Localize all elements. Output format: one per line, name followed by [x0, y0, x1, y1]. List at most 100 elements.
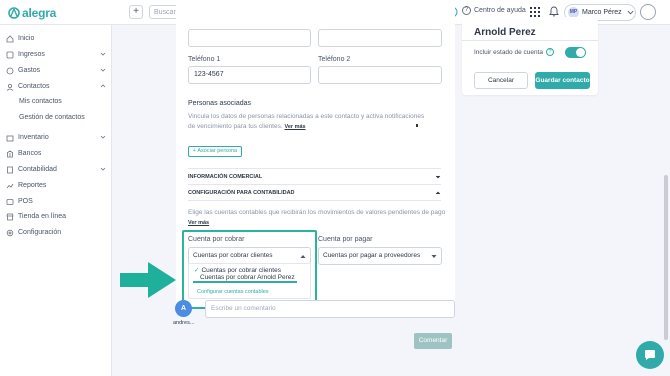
contacts-icon: [6, 83, 14, 91]
user-name: Marco Pérez: [582, 9, 622, 16]
sidebar-item-tienda[interactable]: Tienda en línea: [6, 210, 106, 223]
comment-button[interactable]: Comentar: [414, 333, 452, 349]
cut-off-field-left[interactable]: [188, 29, 311, 47]
sidebar-item-label: POS: [18, 198, 33, 205]
chevron-up-icon: [435, 191, 441, 195]
income-icon: [6, 51, 14, 58]
chevron-down-icon: [100, 167, 106, 171]
associated-persons-title: Personas asociadas: [188, 100, 252, 107]
annotation-arrow-icon: [120, 262, 176, 298]
sidebar-item-label: Inventario: [18, 134, 49, 141]
sidebar-subitem-mis-contactos[interactable]: Mis contactos: [19, 98, 62, 105]
sidebar-item-bancos[interactable]: Bancos: [6, 147, 106, 160]
page-scrollbar[interactable]: [664, 175, 668, 340]
comment-input[interactable]: Escribe un comentario: [205, 300, 455, 318]
add-associated-person-button[interactable]: + Asociar persona: [188, 146, 242, 157]
phone2-label: Teléfono 2: [318, 56, 351, 63]
sidebar-item-contabilidad[interactable]: Contabilidad: [6, 163, 106, 176]
accounting-config-title: CONFIGURACIÓN PARA CONTABILIDAD: [188, 190, 295, 196]
accounting-see-more: Ver más: [188, 218, 209, 228]
associated-persons-description: Vincula los datos de personas relacionad…: [188, 112, 428, 132]
sidebar-item-contactos[interactable]: Contactos: [6, 80, 106, 93]
include-statement-text: Incluir estado de cuenta: [474, 48, 544, 56]
caret-down-icon: [431, 255, 437, 258]
cut-off-field-right[interactable]: [318, 29, 442, 47]
sidebar-item-label: Bancos: [18, 150, 42, 157]
help-icon: ?: [462, 6, 471, 15]
commenter-name: andres...: [173, 320, 195, 326]
sidebar-item-configuracion[interactable]: Configuración: [6, 226, 106, 239]
quick-add-button[interactable]: +: [129, 5, 143, 19]
chevron-down-icon: [100, 68, 106, 72]
accounting-see-more-link[interactable]: Ver más: [188, 220, 209, 226]
sidebar-item-reportes[interactable]: Reportes: [6, 179, 106, 192]
accounting-desc-text: Elige las cuentas contables que recibirá…: [188, 209, 446, 216]
accounting-icon: [7, 166, 13, 173]
divider: [188, 200, 441, 201]
sidebar-item-label: Contabilidad: [18, 166, 57, 173]
mouse-cursor: [416, 124, 418, 127]
see-more-link[interactable]: Ver más: [284, 124, 305, 130]
sidebar-subitem-gestion-contactos[interactable]: Gestión de contactos: [19, 114, 85, 121]
chevron-down-icon: [627, 10, 634, 15]
chevron-down-icon: [435, 175, 441, 179]
phone2-field[interactable]: [318, 66, 442, 84]
payable-account-label: Cuenta por pagar: [318, 236, 373, 243]
accounting-description: Elige las cuentas contables que recibirá…: [188, 208, 448, 218]
commenter-avatar: A: [175, 300, 192, 317]
sidebar: Inicio Ingresos Gastos Contactos Mis con…: [0, 25, 112, 376]
chevron-down-icon: [100, 52, 106, 56]
commercial-info-section[interactable]: INFORMACIÓN COMERCIAL: [188, 174, 441, 180]
help-icon[interactable]: ?: [546, 48, 555, 56]
associated-desc-text: Vincula los datos de personas relacionad…: [188, 113, 425, 130]
sidebar-item-label: Gastos: [18, 67, 41, 74]
phone1-field[interactable]: 123-4567: [188, 66, 311, 84]
cancel-button[interactable]: Cancelar: [474, 72, 528, 89]
bank-icon: [6, 150, 14, 157]
include-statement-toggle[interactable]: [565, 47, 586, 58]
sidebar-item-label: Tienda en línea: [18, 213, 66, 220]
chat-button[interactable]: [636, 341, 664, 369]
expenses-icon: [6, 67, 14, 74]
settings-icon: [6, 229, 14, 236]
logo-text: alegra: [22, 6, 57, 20]
include-statement-label: Incluir estado de cuenta ?: [474, 48, 555, 56]
apps-grid-icon[interactable]: [530, 7, 540, 17]
sidebar-item-label: Contactos: [18, 83, 50, 90]
accounting-config-section[interactable]: CONFIGURACIÓN PARA CONTABILIDAD: [188, 190, 441, 196]
sidebar-item-label: Reportes: [18, 182, 47, 189]
profile-circle-button[interactable]: [640, 4, 656, 20]
save-contact-button[interactable]: Guardar contacto: [535, 72, 590, 89]
chevron-up-icon: [100, 84, 106, 88]
commercial-info-title: INFORMACIÓN COMERCIAL: [188, 174, 263, 180]
reports-icon: [6, 183, 14, 188]
sidebar-item-pos[interactable]: POS: [6, 195, 106, 208]
inventory-icon: [6, 135, 14, 141]
pos-icon: [6, 198, 14, 205]
help-center-link[interactable]: ? Centro de ayuda: [462, 6, 526, 15]
sidebar-item-inventario[interactable]: Inventario: [6, 131, 106, 144]
payable-account-select[interactable]: Cuentas por pagar a proveedores: [318, 247, 442, 265]
phone1-label: Teléfono 1: [188, 56, 221, 63]
sidebar-item-label: Ingresos: [18, 51, 45, 58]
store-icon: [6, 213, 14, 220]
alegra-logo-icon: [8, 7, 20, 19]
bell-icon[interactable]: [549, 6, 559, 17]
divider: [462, 40, 598, 41]
sidebar-item-label: Configuración: [18, 229, 62, 236]
toggle-knob: [576, 48, 585, 57]
divider: [188, 184, 441, 185]
payable-account-value: Cuentas por pagar a proveedores: [323, 252, 421, 259]
chevron-down-icon: [100, 135, 106, 139]
logo[interactable]: alegra: [8, 6, 56, 20]
home-icon: [6, 34, 14, 42]
sidebar-item-ingresos[interactable]: Ingresos: [6, 48, 106, 61]
annotation-highlight-box: [182, 230, 317, 309]
divider: [188, 168, 441, 169]
contact-name: Arnold Perez: [474, 27, 536, 38]
chat-icon: [645, 350, 655, 360]
sidebar-item-inicio[interactable]: Inicio: [6, 32, 106, 45]
sidebar-item-gastos[interactable]: Gastos: [6, 64, 106, 77]
help-label: Centro de ayuda: [474, 7, 526, 14]
sidebar-item-label: Inicio: [18, 35, 35, 42]
